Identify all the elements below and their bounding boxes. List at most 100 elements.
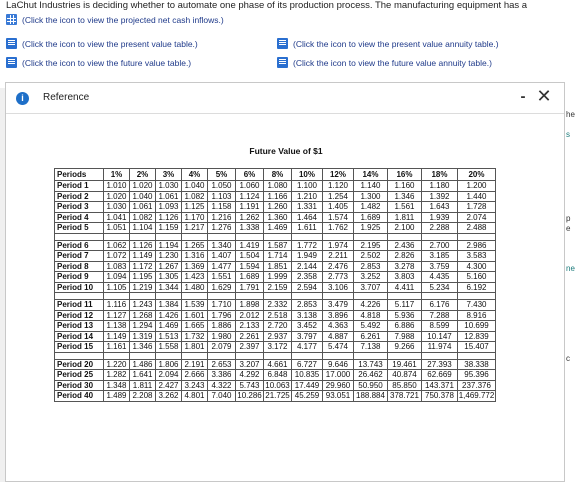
factor-cell: 7.988 (387, 330, 422, 342)
period-label: Period 20 (54, 358, 104, 370)
fv-table-link-text[interactable]: (Click the icon to view the future value… (22, 58, 191, 68)
document-icon[interactable] (6, 57, 17, 68)
factor-cell: 1.105 (103, 281, 130, 293)
factor-cell: 1.030 (103, 201, 130, 213)
factor-cell: 1.392 (421, 190, 458, 202)
factor-cell: 1.689 (353, 211, 388, 223)
pva-table-link-text[interactable]: (Click the icon to view the present valu… (293, 39, 499, 49)
factor-cell: 1.166 (263, 190, 292, 202)
factor-cell: 1.665 (181, 320, 208, 332)
factor-cell: 1.611 (291, 222, 323, 234)
rate-header: 1% (103, 168, 130, 181)
document-icon[interactable] (277, 57, 288, 68)
factor-cell: 1.216 (207, 211, 236, 223)
factor-cell: 1.138 (103, 320, 130, 332)
minimize-button[interactable]: - (516, 87, 530, 107)
close-button[interactable]: ✕ (536, 86, 552, 106)
separator-cell (103, 352, 130, 359)
factor-cell: 1.772 (291, 239, 323, 251)
factor-cell: 2.133 (235, 320, 264, 332)
factor-cell: 1.762 (322, 222, 354, 234)
table-row: Period 9 1.094 1.195 1.305 1.423 1.551 1.689 1.… (54, 271, 496, 283)
separator-cell (129, 292, 156, 300)
pv-table-link[interactable]: (Click the icon to view the present valu… (6, 38, 198, 49)
factor-cell: 8.916 (457, 309, 496, 321)
factor-cell: 29.960 (322, 379, 354, 391)
table-grid-icon[interactable] (6, 14, 17, 25)
pv-table-link-text[interactable]: (Click the icon to view the present valu… (22, 39, 198, 49)
factor-cell: 1.159 (155, 222, 182, 234)
factor-cell: 7.040 (207, 390, 236, 402)
factor-cell: 1.041 (103, 211, 130, 223)
factor-cell: 38.338 (457, 358, 496, 370)
fva-table-link[interactable]: (Click the icon to view the future value… (277, 57, 492, 68)
separator-cell (457, 233, 496, 240)
reference-modal: i Reference - ✕ Future Value of $1 Perio… (5, 82, 565, 482)
separator-cell (421, 233, 458, 240)
separator-cell (263, 292, 292, 300)
separator-cell (54, 292, 104, 300)
factor-cell: 10.835 (291, 369, 323, 381)
factor-cell: 6.261 (353, 330, 388, 342)
factor-cell: 1.710 (207, 299, 236, 311)
factor-cell: 8.599 (421, 320, 458, 332)
separator-cell (103, 233, 130, 240)
factor-cell: 1.093 (155, 201, 182, 213)
edge-text: he (566, 110, 575, 119)
factor-cell: 1.194 (155, 239, 182, 251)
factor-cell: 4.435 (421, 271, 458, 283)
period-label: Period 5 (54, 222, 104, 234)
factor-cell: 1.407 (207, 250, 236, 262)
period-label: Period 11 (54, 299, 104, 311)
factor-cell: 1.061 (129, 201, 156, 213)
table-row: Period 10 1.105 1.219 1.344 1.480 1.629 1.791 2… (54, 281, 496, 293)
factor-cell: 1.072 (103, 250, 130, 262)
document-icon[interactable] (6, 38, 17, 49)
table-row: Period 1 1.010 1.020 1.030 1.040 1.050 1.060 1.… (54, 180, 496, 192)
factor-cell: 1.469 (155, 320, 182, 332)
factor-cell: 1.974 (322, 239, 354, 251)
modal-header: i Reference - ✕ (6, 83, 564, 114)
factor-cell: 17.000 (322, 369, 354, 381)
factor-cell: 1.594 (235, 260, 264, 272)
table-row: Period 20 1.220 1.486 1.806 2.191 2.653 3.207 4… (54, 358, 496, 370)
table-row: Period 5 1.051 1.104 1.159 1.217 1.276 1.338 1.… (54, 222, 496, 234)
factor-cell: 1.149 (129, 250, 156, 262)
rate-header: 20% (457, 168, 496, 181)
rate-header: 18% (421, 168, 458, 181)
rate-header: 4% (181, 168, 208, 181)
table-title: Future Value of $1 (249, 146, 323, 156)
table-row: Period 6 1.062 1.126 1.194 1.265 1.340 1.419 1.… (54, 239, 496, 251)
factor-cell: 1.294 (129, 320, 156, 332)
factor-cell: 1.477 (207, 260, 236, 272)
net-cash-link[interactable]: (Click the icon to view the projected ne… (6, 14, 224, 25)
factor-cell: 3.452 (291, 320, 323, 332)
factor-cell: 15.407 (457, 341, 496, 353)
factor-cell: 1.504 (235, 250, 264, 262)
factor-cell: 1.094 (103, 271, 130, 283)
fva-table-link-text[interactable]: (Click the icon to view the future value… (293, 58, 492, 68)
rate-header: 8% (263, 168, 292, 181)
table-header-row: Periods 1% 2% 3% 4% 5% 6% 8% 10% 12% 14% 16% 18% 20% (54, 168, 496, 181)
factor-cell: 1.127 (103, 309, 130, 321)
net-cash-link-text[interactable]: (Click the icon to view the projected ne… (22, 15, 224, 25)
factor-cell: 2.502 (353, 250, 388, 262)
factor-cell: 2.773 (322, 271, 354, 283)
table-row: Period 14 1.149 1.319 1.513 1.732 1.980 2.261 2… (54, 330, 496, 342)
factor-cell: 13.743 (353, 358, 388, 370)
factor-cell: 1.469 (263, 222, 292, 234)
period-label: Period 3 (54, 201, 104, 213)
pva-table-link[interactable]: (Click the icon to view the present valu… (277, 38, 499, 49)
table-row: Period 3 1.030 1.061 1.093 1.125 1.158 1.191 1.… (54, 201, 496, 213)
factor-cell: 9.646 (322, 358, 354, 370)
fv-table-link[interactable]: (Click the icon to view the future value… (6, 57, 191, 68)
factor-cell: 6.886 (387, 320, 422, 332)
separator-cell (353, 352, 388, 359)
document-icon[interactable] (277, 38, 288, 49)
factor-cell: 3.172 (263, 341, 292, 353)
background-page-edge: he s p e ne c (565, 88, 577, 482)
period-label: Period 25 (54, 369, 104, 381)
factor-cell: 2.986 (457, 239, 496, 251)
factor-cell: 1.369 (181, 260, 208, 272)
factor-cell: 1.062 (103, 239, 130, 251)
